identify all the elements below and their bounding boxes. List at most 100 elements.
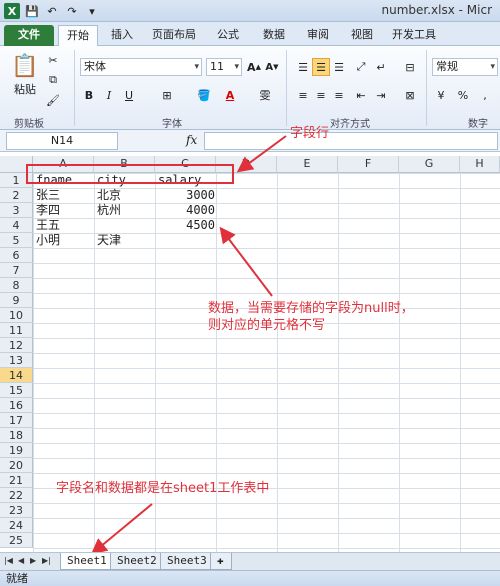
copy-icon[interactable]: ⧉ (44, 72, 62, 88)
italic-icon[interactable]: I (100, 86, 118, 104)
currency-icon[interactable]: ¥ (432, 86, 450, 104)
column-header[interactable]: E (277, 156, 338, 173)
name-box[interactable]: N14 (6, 132, 118, 150)
paste-button[interactable]: 粘贴 (10, 82, 40, 96)
formula-bar: N14 fx (0, 130, 500, 152)
align-top-icon[interactable]: ☰ (294, 58, 312, 76)
row-header[interactable]: 18 (0, 428, 33, 443)
tab-file[interactable]: 文件 (4, 25, 54, 46)
save-icon[interactable]: 💾 (24, 3, 40, 19)
font-size-dropdown[interactable]: 11 (206, 58, 242, 76)
number-format-dropdown[interactable]: 常规 (432, 58, 498, 76)
undo-icon[interactable]: ↶ (44, 3, 60, 19)
row-header[interactable]: 2 (0, 188, 33, 203)
redo-icon[interactable]: ↷ (64, 3, 80, 19)
row-header[interactable]: 6 (0, 248, 33, 263)
row-header[interactable]: 17 (0, 413, 33, 428)
row-header[interactable]: 10 (0, 308, 33, 323)
row-header[interactable]: 5 (0, 233, 33, 248)
align-middle-icon[interactable]: ☰ (312, 58, 330, 76)
cell-C4[interactable]: 4500 (155, 218, 215, 233)
column-header[interactable]: F (338, 156, 399, 173)
format-painter-icon[interactable]: 🖌 (44, 92, 62, 108)
row-header[interactable]: 8 (0, 278, 33, 293)
sheet-tab-sheet2[interactable]: Sheet2 (110, 553, 164, 570)
tab-view[interactable]: 视图 (342, 25, 382, 46)
row-header[interactable]: 24 (0, 518, 33, 533)
cell-A2[interactable]: 张三 (36, 188, 60, 203)
quick-access-toolbar: X 💾 ↶ ↷ ▾ (4, 3, 100, 19)
align-right-icon[interactable]: ≡ (330, 86, 348, 104)
number-group-label: 数字 (468, 119, 488, 130)
row-header[interactable]: 20 (0, 458, 33, 473)
row-header[interactable]: 11 (0, 323, 33, 338)
ribbon: 📋 粘贴 ✂ ⧉ 🖌 剪贴板 宋体 11 A▲ A▼ B I U ⊞ 🪣 A 雯… (0, 46, 500, 130)
grow-font-icon[interactable]: A ▲ (246, 58, 262, 76)
row-header[interactable]: 3 (0, 203, 33, 218)
tab-developer[interactable]: 开发工具 (386, 25, 442, 46)
row-header[interactable]: 4 (0, 218, 33, 233)
column-header[interactable]: H (460, 156, 500, 173)
tab-review[interactable]: 审阅 (298, 25, 338, 46)
sheet-tab-sheet3[interactable]: Sheet3 (160, 553, 214, 570)
row-header[interactable]: 7 (0, 263, 33, 278)
align-bottom-icon[interactable]: ☰ (330, 58, 348, 76)
last-sheet-icon[interactable]: ▶| (42, 556, 51, 565)
tab-data[interactable]: 数据 (254, 25, 294, 46)
prev-sheet-icon[interactable]: ◀ (18, 556, 24, 565)
font-name-dropdown[interactable]: 宋体 (80, 58, 202, 76)
align-left-icon[interactable]: ≡ (294, 86, 312, 104)
formula-input[interactable] (204, 132, 498, 150)
decrease-indent-icon[interactable]: ⇤ (352, 86, 370, 104)
phonetic-icon[interactable]: 雯 (254, 86, 276, 104)
row-header[interactable]: 23 (0, 503, 33, 518)
cell-A3[interactable]: 李四 (36, 203, 60, 218)
row-header[interactable]: 19 (0, 443, 33, 458)
merge-cells-icon[interactable]: ⊟ (400, 58, 420, 76)
row-header[interactable]: 16 (0, 398, 33, 413)
bold-icon[interactable]: B (80, 86, 98, 104)
cell-B5[interactable]: 天津 (97, 233, 121, 248)
merge-center-icon[interactable]: ⊠ (400, 86, 420, 104)
tab-page-layout[interactable]: 页面布局 (146, 25, 202, 46)
cell-C3[interactable]: 4000 (155, 203, 215, 218)
font-color-icon[interactable]: A (220, 86, 240, 104)
tab-formulas[interactable]: 公式 (208, 25, 248, 46)
cell-B3[interactable]: 杭州 (97, 203, 121, 218)
orientation-icon[interactable]: ⤢ (352, 58, 370, 76)
paste-icon[interactable]: 📋 (10, 52, 40, 80)
cell-C2[interactable]: 3000 (155, 188, 215, 203)
first-sheet-icon[interactable]: |◀ (4, 556, 13, 565)
insert-function-icon[interactable]: fx (186, 133, 197, 147)
next-sheet-icon[interactable]: ▶ (30, 556, 36, 565)
row-header[interactable]: 12 (0, 338, 33, 353)
borders-icon[interactable]: ⊞ (156, 86, 178, 104)
underline-icon[interactable]: U (120, 86, 138, 104)
cell-A5[interactable]: 小明 (36, 233, 60, 248)
row-header[interactable]: 14 (0, 368, 33, 383)
shrink-font-icon[interactable]: A ▼ (264, 58, 280, 76)
cell-B2[interactable]: 北京 (97, 188, 121, 203)
row-header[interactable]: 25 (0, 533, 33, 548)
data-note-line2: 则对应的单元格不写 (208, 318, 326, 333)
row-header[interactable]: 13 (0, 353, 33, 368)
ribbon-separator (286, 50, 287, 126)
qat-customize-icon[interactable]: ▾ (84, 3, 100, 19)
cut-icon[interactable]: ✂ (44, 52, 62, 68)
percent-icon[interactable]: % (454, 86, 472, 104)
row-header[interactable]: 21 (0, 473, 33, 488)
fill-color-icon[interactable]: 🪣 (194, 86, 214, 104)
comma-icon[interactable]: , (476, 86, 494, 104)
column-header[interactable]: G (399, 156, 460, 173)
cell-A4[interactable]: 王五 (36, 218, 60, 233)
insert-sheet-icon[interactable]: ✚ (210, 553, 232, 570)
wrap-text-icon[interactable]: ↵ (372, 58, 390, 76)
row-header[interactable]: 9 (0, 293, 33, 308)
row-header[interactable]: 15 (0, 383, 33, 398)
tab-insert[interactable]: 插入 (102, 25, 142, 46)
tab-home[interactable]: 开始 (58, 25, 98, 46)
row-header[interactable]: 22 (0, 488, 33, 503)
increase-indent-icon[interactable]: ⇥ (372, 86, 390, 104)
align-center-icon[interactable]: ≡ (312, 86, 330, 104)
sheet-tab-sheet1[interactable]: Sheet1 (60, 553, 114, 570)
